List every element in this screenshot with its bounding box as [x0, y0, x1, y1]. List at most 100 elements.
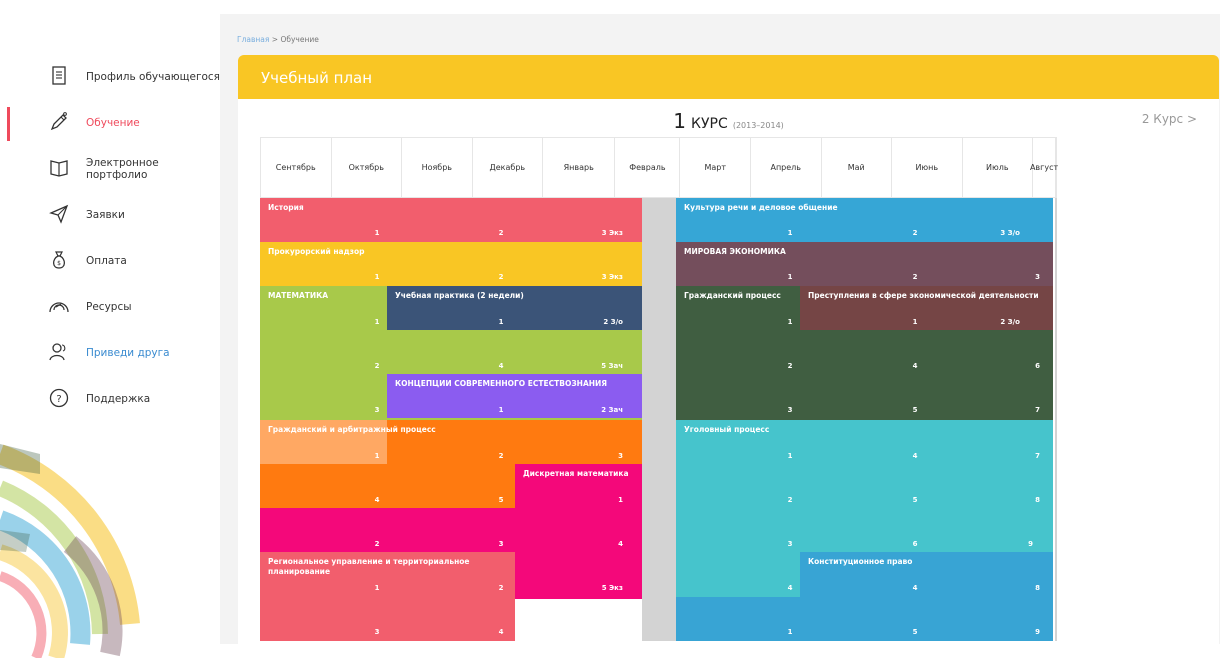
period-count: 3 Экз [601, 229, 623, 237]
course-block-title: МАТЕМАТИКА [268, 291, 329, 300]
period-count: 9 [1035, 628, 1040, 636]
sidebar-item-label: Электронное портфолио [86, 157, 159, 181]
month-header: Февраль [615, 138, 681, 197]
period-count: 6 [1035, 362, 1040, 370]
course-block-title: КОНЦЕПЦИИ СОВРЕМЕННОГО ЕСТЕСТВОЗНАНИЯ [395, 379, 608, 388]
svg-text:?: ? [56, 394, 61, 405]
sidebar-item-resources[interactable]: Ресурсы [0, 284, 220, 330]
sidebar-item-payment[interactable]: $ Оплата [0, 238, 220, 284]
course-block-title: Гражданский процесс [684, 291, 781, 300]
svg-text:$: $ [57, 260, 61, 267]
empty-period [1055, 198, 1057, 641]
period-count: 2 [498, 452, 504, 460]
plan-header: Учебный план [238, 55, 1219, 99]
course-block[interactable]: Прокурорский надзор [260, 242, 642, 286]
period-count: 2 Зач [601, 406, 623, 414]
course-block[interactable] [676, 597, 1053, 641]
book-icon [50, 160, 68, 177]
period-count: 5 [912, 406, 918, 414]
course-block-title: Культура речи и деловое общение [684, 203, 838, 212]
period-count: 2 [912, 229, 918, 237]
period-count: 3 [374, 406, 380, 414]
course-block-title: Прокурорский надзор [268, 247, 365, 256]
period-count: 4 [618, 540, 623, 548]
period-count: 2 З/о [603, 318, 623, 326]
sidebar-item-learning[interactable]: Обучение [0, 100, 220, 146]
course-block[interactable] [260, 508, 642, 552]
course-block-title: Уголовный процесс [684, 425, 770, 434]
sidebar-item-label: Заявки [86, 209, 125, 221]
course-block[interactable]: Уголовный процесс [676, 420, 1053, 552]
period-count: 1 [374, 229, 380, 237]
sidebar-item-label: Оплата [86, 255, 127, 267]
sidebar-item-label: Обучение [86, 117, 140, 129]
sidebar-item-label: Приведи друга [86, 347, 170, 359]
sidebar-item-invite-friend[interactable]: Приведи друга [0, 330, 220, 376]
course-block-title: Региональное управление и территориально… [268, 557, 470, 576]
period-count: 4 [498, 628, 504, 636]
period-count: 2 [374, 362, 380, 370]
month-header: Сентябрь [261, 138, 332, 197]
period-count: 5 [912, 628, 918, 636]
period-count: 2 [912, 273, 918, 281]
course-block[interactable]: Культура речи и деловое общение [676, 198, 1053, 242]
sidebar-item-label: Профиль обучающегося [86, 71, 220, 83]
main-content: Главная > Обучение Учебный план 1 КУРС (… [220, 14, 1220, 644]
course-block[interactable] [676, 552, 800, 597]
users-icon [49, 343, 66, 361]
month-header: Июль [963, 138, 1034, 197]
course-block-title: История [268, 203, 304, 212]
period-count: 3 [498, 540, 504, 548]
course-block[interactable] [800, 330, 1053, 420]
period-count: 3 [1035, 273, 1040, 281]
month-header: Ноябрь [402, 138, 473, 197]
sidebar-item-label: Ресурсы [86, 301, 132, 313]
course-number: 1 [673, 109, 686, 133]
send-icon [49, 204, 69, 224]
course-block[interactable]: Региональное управление и территориально… [260, 552, 515, 641]
course-years: (2013–2014) [732, 121, 784, 130]
sidebar-item-support[interactable]: ? Поддержка [0, 376, 220, 422]
empty-period [642, 198, 676, 641]
period-count: 5 Экз [601, 584, 623, 592]
period-count: 1 [374, 318, 380, 326]
sidebar-item-portfolio[interactable]: Электронное портфолио [0, 146, 220, 192]
course-block[interactable]: МИРОВАЯ ЭКОНОМИКА [676, 242, 1053, 286]
course-block[interactable]: История [260, 198, 642, 242]
period-count: 3 З/о [1000, 229, 1020, 237]
sidebar-item-label: Поддержка [86, 393, 151, 405]
period-count: 3 [374, 628, 380, 636]
breadcrumb-home-link[interactable]: Главная [237, 35, 269, 44]
period-count: 3 [618, 452, 623, 460]
period-count: 2 [787, 362, 793, 370]
period-count: 1 [787, 273, 793, 281]
resources-icon [49, 302, 69, 313]
period-count: 5 [912, 496, 918, 504]
month-header: Март [680, 138, 751, 197]
course-block[interactable]: Гражданский процесс [676, 286, 800, 420]
month-header: Декабрь [473, 138, 544, 197]
course-block[interactable]: Конституционное право [800, 552, 1053, 597]
sidebar-nav: Профиль обучающегося Обучение Электронно… [0, 54, 220, 422]
month-header: Апрель [751, 138, 822, 197]
month-header: Август [1030, 138, 1058, 197]
period-count: 1 [498, 318, 504, 326]
next-course-link[interactable]: 2 Курс > [1142, 112, 1197, 126]
course-block-title: Конституционное право [808, 557, 913, 566]
period-count: 3 [787, 406, 793, 414]
period-count: 5 Зач [601, 362, 623, 370]
sidebar-item-requests[interactable]: Заявки [0, 192, 220, 238]
sidebar-item-profile[interactable]: Профиль обучающегося [0, 54, 220, 100]
period-count: 1 [787, 628, 793, 636]
period-count: 1 [374, 273, 380, 281]
pen-icon [50, 112, 67, 131]
top-bar [0, 0, 1220, 14]
page-title: Учебный план [261, 69, 373, 87]
period-count: 2 [498, 229, 504, 237]
period-count: 6 [912, 540, 918, 548]
course-label: КУРС [691, 116, 728, 132]
period-count: 4 [912, 584, 918, 592]
period-count: 9 [1028, 540, 1033, 548]
month-header: Июнь [892, 138, 963, 197]
period-count: 1 [498, 406, 504, 414]
